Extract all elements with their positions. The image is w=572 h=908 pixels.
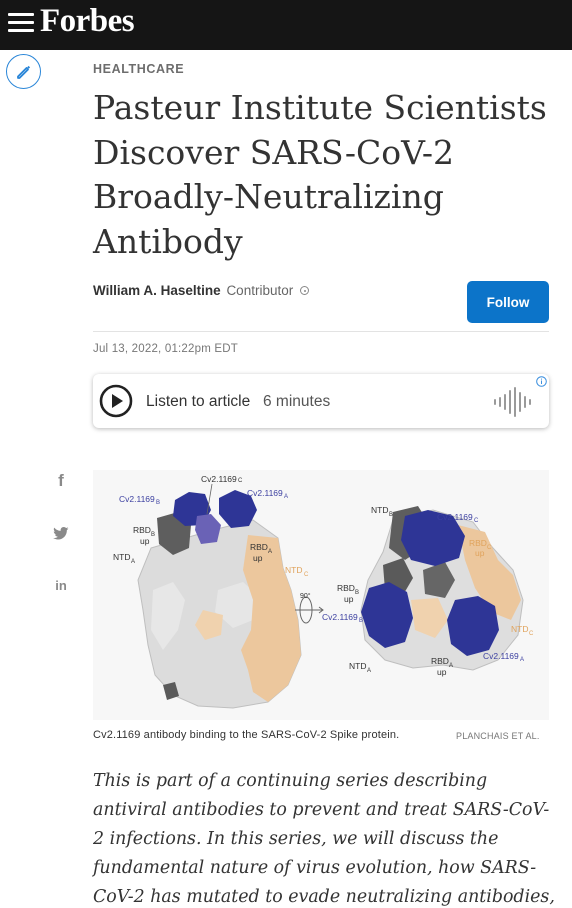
svg-text:up: up <box>437 667 447 677</box>
article-headline: Pasteur Institute Scientists Discover SA… <box>93 88 547 261</box>
svg-text:B: B <box>151 532 155 538</box>
linkedin-share-button[interactable]: in <box>48 574 74 596</box>
facebook-share-button[interactable]: f <box>48 470 74 492</box>
audio-wave-icon <box>494 387 531 417</box>
label-ntd-a-right: NTD <box>349 661 366 671</box>
svg-text:C: C <box>238 478 243 484</box>
figure-caption: Cv2.1169 antibody binding to the SARS-Co… <box>93 729 400 741</box>
label-rbd-a-right: RBD <box>431 656 449 666</box>
label-cv-b-right: Cv2.1169 <box>322 612 358 622</box>
facebook-icon: f <box>58 471 64 490</box>
svg-text:up: up <box>140 536 150 546</box>
publish-date: Jul 13, 2022, 01:22pm EDT <box>93 343 238 355</box>
listen-to-article-player[interactable]: Listen to article 6 minutes <box>93 374 549 428</box>
label-cv-a-right: Cv2.1169 <box>483 651 519 661</box>
svg-text:A: A <box>131 559 135 565</box>
label-rbd-c-right: RBD <box>469 538 487 548</box>
label-rbd-b-right: RBD <box>337 583 355 593</box>
twitter-bird-icon <box>53 526 69 539</box>
rotation-label: 90° <box>300 592 311 600</box>
follow-button[interactable]: Follow <box>467 281 549 323</box>
svg-text:B: B <box>156 500 160 506</box>
label-cv-b-left: Cv2.1169 <box>119 494 155 504</box>
byline-divider <box>93 331 549 332</box>
svg-text:B: B <box>389 512 393 518</box>
label-ntd-c-right: NTD <box>511 624 528 634</box>
svg-text:C: C <box>487 545 492 551</box>
twitter-share-button[interactable] <box>48 522 74 544</box>
svg-text:A: A <box>449 663 453 669</box>
label-ntd-a-left: NTD <box>113 552 130 562</box>
author-role: Contributor <box>226 283 294 298</box>
figure-credit: PLANCHAIS ET AL. <box>456 731 540 741</box>
svg-text:B: B <box>359 618 363 624</box>
svg-text:C: C <box>529 631 534 637</box>
listen-label: Listen to article <box>146 393 251 410</box>
listen-duration: 6 minutes <box>263 393 331 410</box>
svg-text:A: A <box>520 657 524 663</box>
svg-text:A: A <box>367 668 371 674</box>
label-cv-a-left: Cv2.1169 <box>247 488 283 498</box>
rotation-arrow-icon: 90° <box>295 592 324 624</box>
linkedin-icon: in <box>55 577 67 593</box>
article-intro-paragraph: This is part of a continuing series desc… <box>93 771 555 907</box>
svg-text:B: B <box>355 590 359 596</box>
pencil-icon <box>16 65 30 79</box>
svg-text:up: up <box>475 548 485 558</box>
label-rbd-b-left: RBD <box>133 525 151 535</box>
ad-info-icon[interactable] <box>536 376 547 387</box>
forbes-logo[interactable]: Forbes <box>40 3 135 40</box>
label-rbd-a-left: RBD <box>250 542 268 552</box>
byline: William A. Haseltine Contributor <box>93 283 309 298</box>
section-label[interactable]: HEALTHCARE <box>93 62 184 76</box>
svg-text:C: C <box>304 572 309 578</box>
svg-text:A: A <box>284 494 288 500</box>
label-cv-c-left: Cv2.1169 <box>201 474 237 484</box>
hamburger-menu-icon[interactable] <box>8 13 34 33</box>
label-ntd-b-right: NTD <box>371 505 388 515</box>
svg-text:up: up <box>344 594 354 604</box>
play-icon[interactable] <box>99 384 133 418</box>
top-view-model <box>360 506 524 671</box>
svg-text:A: A <box>268 549 272 555</box>
svg-text:up: up <box>253 553 263 563</box>
label-ntd-c-left: NTD <box>285 565 302 575</box>
edit-button[interactable] <box>6 54 41 89</box>
top-navigation-bar: Forbes <box>0 0 572 50</box>
info-icon[interactable] <box>300 286 309 295</box>
author-name-link[interactable]: William A. Haseltine <box>93 283 221 298</box>
svg-text:C: C <box>474 518 479 524</box>
side-view-model <box>137 483 302 709</box>
spike-protein-image: Cv2.1169 C Cv2.1169 B Cv2.1169 A RBD B u… <box>113 474 534 709</box>
label-cv-c-right: Cv2.1169 <box>437 512 473 522</box>
article-figure: Cv2.1169 C Cv2.1169 B Cv2.1169 A RBD B u… <box>93 470 549 720</box>
